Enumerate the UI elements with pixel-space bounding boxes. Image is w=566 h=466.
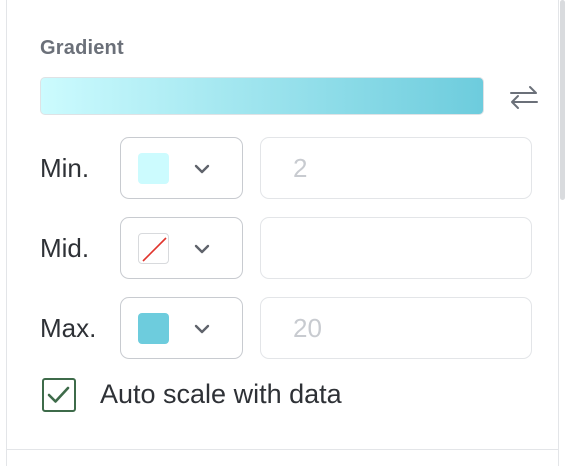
auto-scale-checkbox[interactable] (42, 378, 76, 412)
chevron-down-icon (194, 324, 210, 334)
scrollbar-thumb[interactable] (560, 0, 565, 200)
mid-label: Mid. (40, 233, 90, 263)
section-title: Gradient (40, 37, 124, 59)
swap-gradient-button[interactable] (506, 80, 542, 114)
max-label: Max. (40, 313, 97, 343)
auto-scale-label[interactable]: Auto scale with data (100, 379, 342, 410)
section-divider (7, 449, 558, 450)
min-label: Min. (40, 153, 90, 183)
max-color-select[interactable] (120, 297, 243, 359)
checkmark-icon (47, 386, 70, 403)
max-color-swatch (138, 313, 169, 344)
gradient-preview-bar (40, 77, 484, 115)
no-color-swatch (138, 233, 169, 264)
chevron-down-icon (194, 164, 210, 174)
min-color-select[interactable] (120, 137, 243, 199)
min-color-swatch (138, 153, 169, 184)
mid-color-select[interactable] (120, 217, 243, 279)
swap-arrows-icon (510, 86, 538, 109)
mid-value-input[interactable] (260, 217, 532, 279)
chevron-down-icon (194, 244, 210, 254)
min-value-input[interactable] (260, 137, 532, 199)
no-color-slash-icon (142, 237, 167, 262)
max-value-input[interactable] (260, 297, 532, 359)
